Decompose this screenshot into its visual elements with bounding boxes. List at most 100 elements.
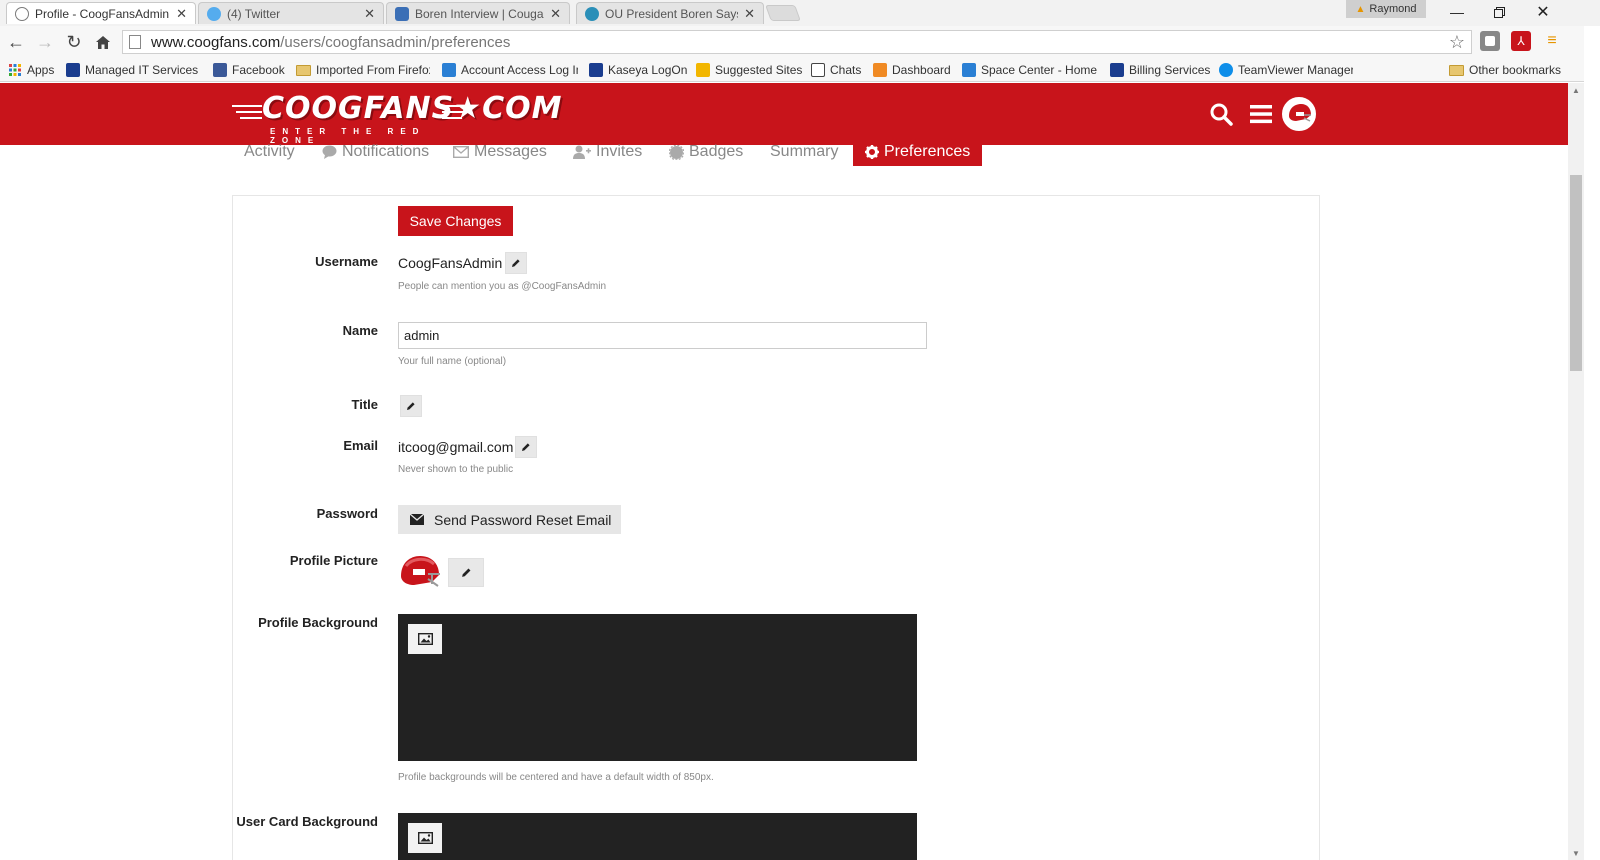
- helmet-avatar-icon: [401, 556, 440, 587]
- browser-tabstrip: Profile - CoogFansAdmin ✕ (4) Twitter ✕ …: [0, 0, 1600, 26]
- edit-username-button[interactable]: [505, 252, 527, 274]
- pencil-icon: [407, 402, 415, 410]
- bookmark-kaseya[interactable]: Kaseya LogOn: [589, 61, 687, 79]
- chrome-menu-icon[interactable]: ≡: [1542, 31, 1562, 51]
- bookmark-teamviewer[interactable]: TeamViewer Manager: [1219, 61, 1353, 79]
- search-button[interactable]: [1204, 97, 1238, 131]
- bookmark-managed-it[interactable]: Managed IT Services: [66, 61, 202, 79]
- bookmark-apps[interactable]: Apps: [8, 61, 54, 79]
- cr-icon: [962, 63, 976, 77]
- envelope-icon: [410, 514, 424, 525]
- scroll-up-icon[interactable]: ▲: [1568, 83, 1584, 97]
- bing-icon: [696, 63, 710, 77]
- upload-profile-background-button[interactable]: [408, 624, 442, 654]
- logo-wing: [236, 111, 262, 113]
- home-icon: [96, 35, 110, 49]
- user-card-background-preview: [398, 813, 917, 860]
- bookmark-billing-services[interactable]: Billing Services: [1110, 61, 1210, 79]
- home-button[interactable]: [90, 29, 116, 55]
- nav-summary[interactable]: Summary: [770, 138, 838, 166]
- tab-title: OU President Boren Says: [605, 6, 739, 21]
- nav-preferences[interactable]: Preferences: [853, 138, 983, 166]
- discourse-favicon-icon: [15, 6, 29, 21]
- name-field[interactable]: [398, 322, 927, 349]
- edit-email-button[interactable]: [515, 436, 537, 458]
- search-icon: [1210, 103, 1233, 126]
- forward-button[interactable]: →: [32, 29, 58, 55]
- facebook-icon: [213, 63, 227, 77]
- scroll-down-icon[interactable]: ▼: [1568, 846, 1584, 860]
- upload-user-card-background-button[interactable]: [408, 823, 442, 853]
- back-button[interactable]: ←: [3, 29, 29, 55]
- site-favicon-icon: [585, 6, 599, 21]
- minimize-button[interactable]: —: [1442, 2, 1472, 22]
- browser-tab-profile[interactable]: Profile - CoogFansAdmin ✕: [6, 2, 196, 24]
- apps-icon: [9, 64, 21, 76]
- pdf-extension-icon[interactable]: ⅄: [1511, 31, 1531, 51]
- browser-profile-button[interactable]: ▲ Raymond: [1346, 0, 1426, 18]
- nav-messages[interactable]: Messages: [453, 138, 547, 166]
- browser-tab-twitter[interactable]: (4) Twitter ✕: [198, 2, 384, 24]
- browser-tab-ou-president[interactable]: OU President Boren Says ✕: [576, 2, 764, 24]
- bookmark-label: Dashboard: [892, 63, 951, 77]
- bookmark-space-center[interactable]: Space Center - Home: [962, 61, 1097, 79]
- site-logo[interactable]: COOGFANS★COM ENTER THE RED ZONE: [232, 91, 561, 145]
- browser-tab-boren-interview[interactable]: Boren Interview | Cougars ✕: [386, 2, 570, 24]
- nav-label: Badges: [689, 143, 744, 160]
- bookmark-label: Kaseya LogOn: [608, 63, 688, 77]
- tab-title: Profile - CoogFansAdmin: [35, 6, 170, 21]
- minimize-icon: —: [1450, 4, 1464, 20]
- user-avatar[interactable]: [1282, 97, 1316, 131]
- bookmark-chats[interactable]: Chats: [811, 61, 861, 79]
- arrow-right-icon: →: [36, 31, 54, 52]
- close-window-button[interactable]: ✕: [1528, 2, 1558, 22]
- tab-close-icon[interactable]: ✕: [550, 6, 561, 22]
- restore-button[interactable]: [1484, 2, 1514, 22]
- bookmark-imported-firefox[interactable]: Imported From Firefox: [296, 61, 430, 79]
- bookmark-facebook[interactable]: Facebook: [213, 61, 285, 79]
- email-label: Email: [343, 438, 378, 453]
- folder-icon: [1449, 64, 1464, 76]
- password-button-label: Send Password Reset Email: [434, 511, 612, 528]
- site-favicon-icon: [395, 6, 409, 21]
- new-tab-button[interactable]: [765, 5, 801, 21]
- logo-text: COOGFANS★COM: [262, 91, 563, 126]
- nav-badges[interactable]: Badges: [669, 138, 743, 166]
- tab-close-icon[interactable]: ✕: [744, 6, 755, 22]
- edit-title-button[interactable]: [400, 395, 422, 417]
- extension-icon[interactable]: [1480, 31, 1500, 51]
- username-hint: People can mention you as @CoogFansAdmin: [398, 281, 607, 292]
- warning-icon: ▲: [1355, 3, 1366, 15]
- page-scrollbar[interactable]: ▲ ▼: [1568, 83, 1584, 860]
- bookmark-star-icon[interactable]: ☆: [1449, 32, 1465, 53]
- bookmark-other[interactable]: Other bookmarks: [1449, 61, 1561, 79]
- bookmark-label: Account Access Log In: [461, 63, 578, 77]
- pdf-glyph: ⅄: [1517, 34, 1525, 48]
- tab-close-icon[interactable]: ✕: [364, 6, 375, 22]
- reload-button[interactable]: ↻: [61, 29, 87, 55]
- bookmark-account-access[interactable]: Account Access Log In: [442, 61, 578, 79]
- bookmark-suggested-sites[interactable]: Suggested Sites: [696, 61, 802, 79]
- arrow-left-icon: ←: [7, 31, 25, 52]
- pencil-icon: [461, 568, 470, 577]
- save-changes-button[interactable]: Save Changes: [398, 206, 513, 236]
- username-value: CoogFansAdmin: [398, 255, 503, 271]
- email-hint: Never shown to the public: [398, 464, 514, 475]
- twitter-favicon-icon: [207, 6, 221, 21]
- lc-icon: [811, 63, 825, 77]
- nav-notifications[interactable]: Notifications: [322, 138, 429, 166]
- billing-icon: [1110, 63, 1124, 77]
- image-icon: [417, 633, 433, 645]
- bookmark-dashboard[interactable]: Dashboard: [873, 61, 951, 79]
- nav-invites[interactable]: Invites: [573, 138, 642, 166]
- edit-profile-picture-button[interactable]: [448, 558, 484, 587]
- scroll-thumb[interactable]: [1570, 175, 1582, 371]
- hamburger-menu-button[interactable]: [1244, 97, 1278, 131]
- nav-activity[interactable]: Activity: [244, 138, 295, 166]
- url-bar[interactable]: www.coogfans.com/users/coogfansadmin/pre…: [122, 30, 1472, 54]
- bookmark-label: Chats: [830, 63, 862, 77]
- send-password-reset-button[interactable]: Send Password Reset Email: [398, 505, 621, 534]
- bookmark-label: Managed IT Services: [85, 63, 199, 77]
- gear-icon: [865, 145, 879, 159]
- tab-close-icon[interactable]: ✕: [176, 6, 187, 22]
